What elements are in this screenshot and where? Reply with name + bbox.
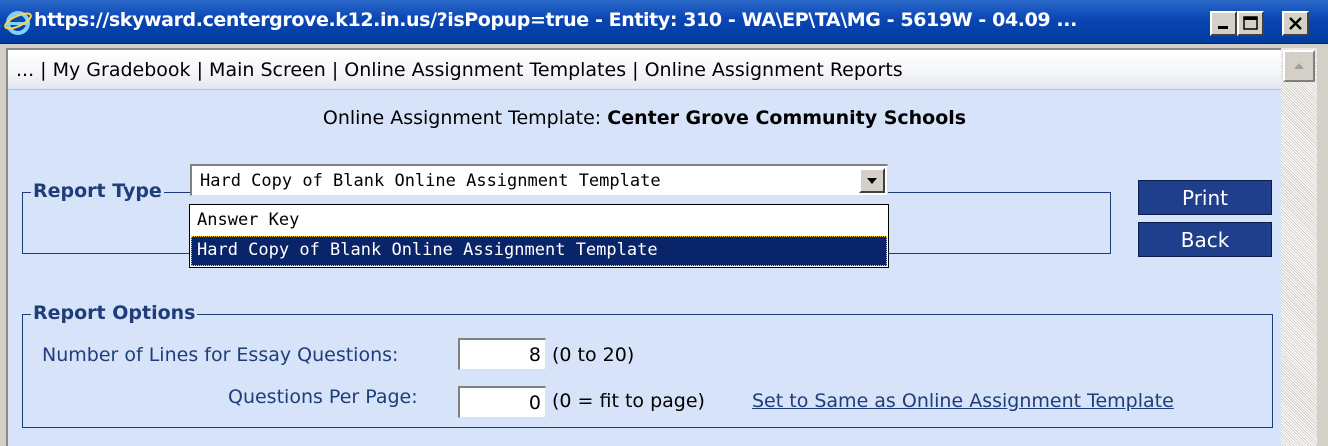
- nav-item-more[interactable]: ...: [16, 59, 34, 81]
- nav-separator: |: [632, 59, 645, 81]
- window-title: https://skyward.centergrove.k12.in.us/?i…: [34, 9, 1077, 31]
- minimize-icon: [1218, 26, 1228, 29]
- dropdown-arrow-button[interactable]: [859, 168, 885, 193]
- nav-separator: |: [40, 59, 53, 81]
- minimize-button[interactable]: [1210, 11, 1237, 36]
- close-icon: [1289, 17, 1302, 30]
- page-title-prefix: Online Assignment Template:: [322, 107, 608, 129]
- nav-item-online-assignment-reports[interactable]: Online Assignment Reports: [645, 59, 903, 81]
- maximize-button[interactable]: [1237, 11, 1264, 36]
- nav-item-online-assignment-templates[interactable]: Online Assignment Templates: [344, 59, 626, 81]
- report-type-dropdown-list: Answer Key Hard Copy of Blank Online Ass…: [189, 204, 889, 268]
- maximize-icon: [1243, 16, 1258, 30]
- back-button[interactable]: Back: [1138, 222, 1272, 257]
- breadcrumb-nav: ... | My Gradebook | Main Screen | Onlin…: [8, 50, 1281, 90]
- essay-lines-label: Number of Lines for Essay Questions:: [42, 344, 399, 366]
- option-answer-key[interactable]: Answer Key: [191, 206, 887, 236]
- print-button[interactable]: Print: [1138, 180, 1272, 215]
- essay-lines-hint: (0 to 20): [552, 344, 635, 366]
- nav-item-my-gradebook[interactable]: My Gradebook: [53, 59, 191, 81]
- nav-separator: |: [331, 59, 345, 81]
- set-same-as-template-link[interactable]: Set to Same as Online Assignment Templat…: [752, 390, 1174, 412]
- report-type-select[interactable]: Hard Copy of Blank Online Assignment Tem…: [190, 164, 888, 196]
- nav-item-main-screen[interactable]: Main Screen: [209, 59, 326, 81]
- report-type-selected-value: Hard Copy of Blank Online Assignment Tem…: [200, 171, 661, 191]
- report-options-legend: Report Options: [31, 302, 198, 324]
- school-name: Center Grove Community Schools: [607, 107, 967, 129]
- questions-per-page-label: Questions Per Page:: [228, 386, 418, 408]
- arrow-up-icon: [1294, 63, 1304, 69]
- nav-separator: |: [196, 59, 210, 81]
- scroll-up-button[interactable]: [1283, 50, 1315, 82]
- essay-lines-input[interactable]: 8: [458, 338, 546, 370]
- page-title: Online Assignment Template: Center Grove…: [8, 107, 1281, 129]
- questions-per-page-input[interactable]: 0: [458, 386, 546, 418]
- vertical-scrollbar[interactable]: [1281, 48, 1317, 446]
- internet-explorer-icon: [4, 11, 32, 35]
- chevron-down-icon: [867, 178, 877, 184]
- report-type-legend: Report Type: [31, 180, 164, 202]
- close-button[interactable]: [1282, 11, 1309, 36]
- window-title-bar[interactable]: https://skyward.centergrove.k12.in.us/?i…: [0, 0, 1328, 44]
- option-hard-copy-template[interactable]: Hard Copy of Blank Online Assignment Tem…: [191, 236, 887, 266]
- questions-per-page-hint: (0 = fit to page): [552, 390, 705, 412]
